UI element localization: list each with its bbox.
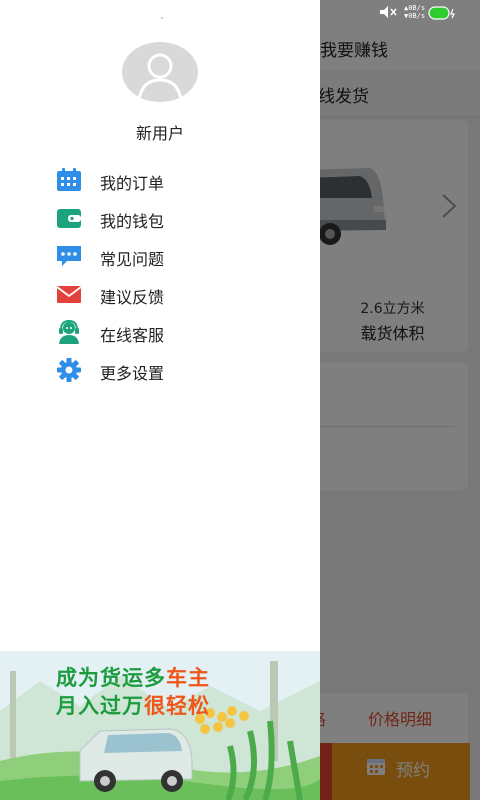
avatar[interactable]: [122, 42, 198, 102]
menu-label: 我的订单: [100, 174, 165, 193]
user-icon: [137, 53, 183, 101]
menu-item-my-orders[interactable]: 我的订单: [0, 162, 320, 198]
wallet-icon: [57, 209, 81, 228]
banner-headline-2: 月入过万很轻松: [56, 694, 210, 718]
menu-label: 更多设置: [100, 364, 165, 383]
menu-label: 在线客服: [100, 326, 165, 345]
menu-label: 常见问题: [100, 250, 165, 269]
network-speed: ▲0B/s ▼0B/s: [404, 4, 426, 20]
menu-label: 我的钱包: [100, 212, 165, 231]
navigation-drawer: 新用户 我的订单 我的钱包 常见问题 建议反馈 在线客服 更多设置 成为货运多车…: [0, 0, 320, 800]
mute-icon: [380, 6, 397, 18]
gear-icon: [57, 358, 81, 382]
mail-icon: [56, 286, 82, 303]
menu-item-more-settings[interactable]: 更多设置: [0, 352, 320, 388]
menu-item-faq[interactable]: 常见问题: [0, 238, 320, 274]
chat-icon: [57, 246, 81, 266]
status-bar: ▲0B/s ▼0B/s: [370, 2, 480, 24]
menu-item-feedback[interactable]: 建议反馈: [0, 276, 320, 312]
menu-item-online-support[interactable]: 在线客服: [0, 314, 320, 350]
battery-icon: [428, 6, 455, 20]
menu-item-my-wallet[interactable]: 我的钱包: [0, 200, 320, 236]
headset-icon: [59, 320, 79, 344]
username[interactable]: 新用户: [0, 120, 320, 144]
menu-label: 建议反馈: [100, 288, 165, 307]
banner-headline-1: 成为货运多车主: [56, 666, 210, 690]
calendar-icon: [57, 168, 81, 191]
status-dot: [161, 17, 163, 19]
